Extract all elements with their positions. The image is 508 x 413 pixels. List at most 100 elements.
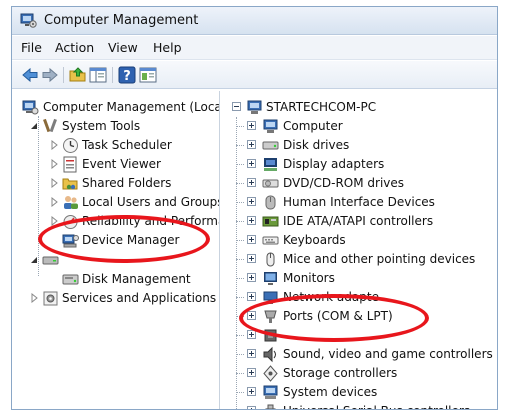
monitor-icon: [264, 272, 277, 285]
title-bar[interactable]: Computer Management: [12, 7, 497, 35]
device-category-label: Network adapte: [283, 290, 379, 304]
device-category-label: Human Interface Devices: [283, 195, 435, 209]
window-title: Computer Management: [44, 13, 199, 28]
tree-item-device-manager[interactable]: Device Manager: [16, 231, 219, 250]
device-category-disk-drives[interactable]: Disk drives: [222, 136, 497, 155]
tree-item-event-viewer[interactable]: Event Viewer: [16, 155, 219, 174]
collapsed-arrow-icon[interactable]: [49, 140, 59, 150]
tree-item-disk-management[interactable]: Disk Management: [16, 270, 219, 289]
collapsed-arrow-icon[interactable]: [49, 216, 59, 226]
tree-connector: [236, 202, 244, 203]
storage-controller-icon: [263, 365, 278, 382]
menu-help[interactable]: Help: [153, 40, 182, 55]
help-icon[interactable]: ?: [118, 66, 136, 84]
expand-toggle-icon[interactable]: [247, 292, 256, 301]
computer-management-icon: [20, 13, 37, 28]
menu-file[interactable]: File: [21, 40, 42, 55]
event-viewer-icon: [63, 156, 77, 173]
collapsed-arrow-icon[interactable]: [29, 293, 39, 303]
expand-toggle-icon[interactable]: [247, 273, 256, 282]
device-category-storage-controllers[interactable]: Storage controllers: [222, 364, 497, 383]
expand-toggle-icon[interactable]: [247, 368, 256, 377]
tree-item-task-scheduler[interactable]: Task Scheduler: [16, 136, 219, 155]
device-category-keyboards[interactable]: Keyboards: [222, 231, 497, 250]
device-category-dvd-cd-rom-drives[interactable]: DVD/CD-ROM drives: [222, 174, 497, 193]
device-category-display-adapters[interactable]: Display adapters: [222, 155, 497, 174]
usb-icon: [265, 404, 276, 409]
device-category-network-adapters[interactable]: Network adapte: [222, 288, 497, 307]
expand-toggle-icon[interactable]: [247, 140, 256, 149]
tree-item-local-users[interactable]: Local Users and Groups: [16, 193, 220, 212]
tree-connector: [236, 278, 244, 279]
device-category-usb-controllers[interactable]: Universal Serial Bus controllers: [222, 402, 497, 409]
up-folder-icon[interactable]: [69, 66, 87, 84]
tree-item-computer-management[interactable]: Computer Management (Local: [16, 98, 219, 117]
device-category-computer[interactable]: Computer: [222, 117, 497, 136]
tree-connector: [236, 335, 244, 336]
properties-icon[interactable]: [139, 66, 157, 84]
device-category-sound-video-game-controllers[interactable]: Sound, video and game controllers: [222, 345, 497, 364]
expand-toggle-icon[interactable]: [247, 235, 256, 244]
tree-connector: [236, 259, 244, 260]
collapsed-arrow-icon[interactable]: [49, 197, 59, 207]
services-icon: [43, 291, 58, 306]
tree-item-reliability[interactable]: Reliability and Performa: [16, 212, 219, 231]
tree-connector: [236, 183, 244, 184]
tree-connector: [236, 145, 244, 146]
performance-icon: [63, 215, 78, 229]
menu-view[interactable]: View: [108, 40, 138, 55]
processor-icon: [264, 329, 277, 342]
tree-connector: [236, 164, 244, 165]
back-arrow-icon[interactable]: [21, 66, 39, 84]
tree-item-label: Local Users and Groups: [82, 195, 220, 209]
expanded-arrow-icon[interactable]: [29, 121, 39, 131]
device-tree-root[interactable]: STARTECHCOM-PC: [222, 98, 497, 117]
tree-connector: [236, 392, 244, 393]
tree-item-system-tools[interactable]: System Tools: [16, 117, 219, 136]
device-category-label: Mice and other pointing devices: [283, 252, 476, 266]
device-category-system-devices[interactable]: System devices: [222, 383, 497, 402]
expand-toggle-icon[interactable]: [247, 311, 256, 320]
collapsed-arrow-icon[interactable]: [49, 159, 59, 169]
device-category-ports-com-lpt[interactable]: Ports (COM & LPT): [222, 307, 497, 326]
expand-toggle-icon[interactable]: [247, 216, 256, 225]
tree-item-shared-folders[interactable]: Shared Folders: [16, 174, 219, 193]
device-category-mice-and-pointing-devices[interactable]: Mice and other pointing devices: [222, 250, 497, 269]
expand-toggle-icon[interactable]: [247, 197, 256, 206]
tree-item-label: Shared Folders: [82, 176, 172, 190]
expand-toggle-icon[interactable]: [247, 330, 256, 339]
tree-item-storage[interactable]: [16, 251, 219, 270]
computer-management-window: Computer Management File Action View Hel…: [11, 6, 498, 410]
device-category-label: Ports (COM & LPT): [283, 309, 393, 323]
collapsed-arrow-icon[interactable]: [49, 178, 59, 188]
toolbar: ?: [12, 61, 497, 89]
device-category-processors[interactable]: [222, 326, 497, 345]
device-category-human-interface-devices[interactable]: Human Interface Devices: [222, 193, 497, 212]
expand-toggle-icon[interactable]: [247, 159, 256, 168]
collapse-toggle-icon[interactable]: [232, 102, 241, 111]
expand-toggle-icon[interactable]: [247, 121, 256, 130]
device-category-monitors[interactable]: Monitors: [222, 269, 497, 288]
device-category-label: Keyboards: [283, 233, 346, 247]
expanded-arrow-icon[interactable]: [29, 255, 39, 265]
tree-item-label: Disk Management: [82, 272, 191, 286]
computer-name: STARTECHCOM-PC: [266, 100, 377, 114]
device-category-ide-ata-atapi-controllers[interactable]: IDE ATA/ATAPI controllers: [222, 212, 497, 231]
menu-action[interactable]: Action: [55, 40, 94, 55]
device-tree-pane[interactable]: STARTECHCOM-PC Computer Disk drives Displa…: [222, 91, 497, 409]
tree-item-services[interactable]: Services and Applications: [16, 289, 219, 308]
show-hide-tree-icon[interactable]: [89, 66, 107, 84]
hid-icon: [265, 195, 276, 210]
expand-toggle-icon[interactable]: [247, 349, 256, 358]
keyboard-icon: [262, 236, 279, 245]
console-tree-pane[interactable]: Computer Management (Local System Tools …: [16, 91, 220, 409]
device-category-label: Disk drives: [283, 138, 350, 152]
expand-toggle-icon[interactable]: [247, 387, 256, 396]
expand-toggle-icon[interactable]: [247, 406, 256, 409]
computer-icon: [247, 100, 262, 114]
forward-arrow-icon[interactable]: [41, 66, 59, 84]
expand-toggle-icon[interactable]: [247, 254, 256, 263]
expand-toggle-icon[interactable]: [247, 178, 256, 187]
clock-icon: [63, 138, 78, 153]
computer-management-icon: [22, 100, 39, 115]
